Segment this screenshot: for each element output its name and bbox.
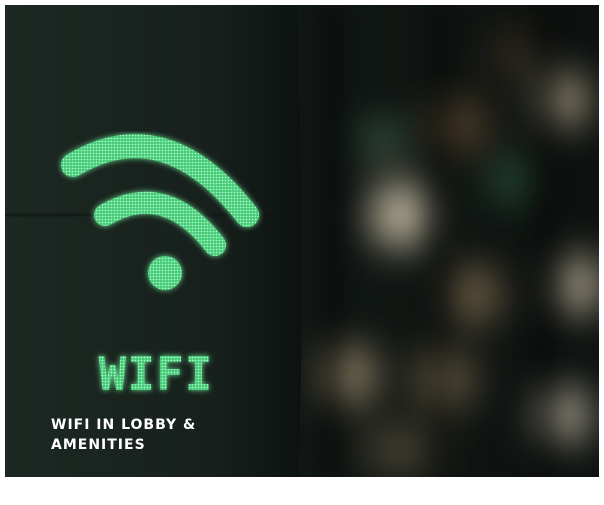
wifi-sign-photo: WIFI [5, 5, 599, 477]
caption: WIFI IN LOBBY & AMENITIES [51, 417, 197, 453]
amenity-card[interactable]: WIFI WIFI IN LOBBY & AMENITIES [5, 5, 599, 477]
sign-text: WIFI [99, 347, 214, 401]
sign-panel [5, 5, 302, 477]
